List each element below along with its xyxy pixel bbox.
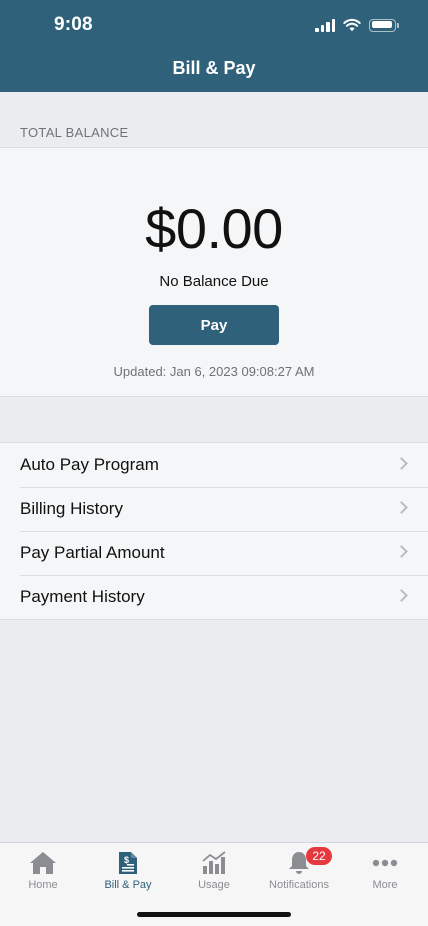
chevron-right-icon [395,457,408,470]
menu-item-label: Payment History [20,587,145,606]
balance-status: No Balance Due [159,273,269,290]
home-icon [30,852,56,874]
menu-item-auto-pay[interactable]: Auto Pay Program [0,443,428,487]
menu-item-label: Auto Pay Program [20,455,159,474]
cellular-signal-icon [315,18,335,32]
page-title: Bill & Pay [172,58,256,78]
status-icons [315,16,399,34]
menu-item-payment-history[interactable]: Payment History [0,575,428,619]
bill-icon: $ [119,852,137,874]
tab-label: More [372,879,398,891]
tab-bill-pay[interactable]: $ Bill & Pay [85,843,171,903]
tab-label: Bill & Pay [104,879,152,891]
tab-more[interactable]: More [342,843,428,903]
menu-item-pay-partial[interactable]: Pay Partial Amount [0,531,428,575]
wifi-icon [343,18,361,32]
menu-item-label: Pay Partial Amount [20,543,165,562]
tab-usage[interactable]: Usage [171,843,257,903]
balance-amount: $0.00 [145,197,283,260]
battery-icon [369,18,399,32]
total-balance-label: TOTAL BALANCE [20,125,129,140]
menu-item-label: Billing History [20,499,123,518]
tab-label: Home [28,879,58,891]
balance-card: $0.00 No Balance Due Pay Updated: Jan 6,… [0,147,428,397]
billing-menu: Auto Pay Program Billing History Pay Par… [0,442,428,620]
chart-icon [202,851,226,874]
more-icon [372,859,398,867]
status-time: 9:08 [54,14,93,35]
updated-timestamp: Updated: Jan 6, 2023 09:08:27 AM [113,364,315,379]
chevron-right-icon [395,545,408,558]
header-bar: 9:08 Bill & Pay [0,0,428,92]
tab-home[interactable]: Home [0,843,86,903]
svg-text:$: $ [124,855,129,865]
tab-notifications[interactable]: 22 Notifications [256,843,342,903]
tab-label: Usage [198,879,230,891]
pay-button[interactable]: Pay [149,305,279,345]
menu-item-billing-history[interactable]: Billing History [0,487,428,531]
home-indicator[interactable] [137,912,291,917]
chevron-right-icon [395,501,408,514]
chevron-right-icon [395,589,408,602]
notification-count-badge: 22 [306,847,332,865]
tab-label: Notifications [269,879,329,891]
